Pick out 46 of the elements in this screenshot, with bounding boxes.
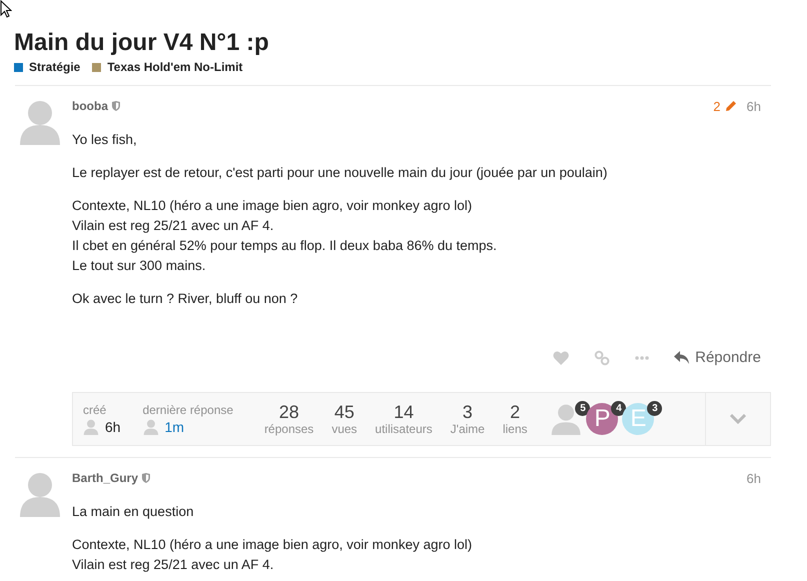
avatar-icon bbox=[83, 419, 99, 435]
post-paragraph: Ok avec le turn ? River, bluff ou non ? bbox=[72, 290, 299, 308]
category-link[interactable]: Stratégie bbox=[14, 60, 80, 74]
post-time: 6h bbox=[746, 98, 761, 114]
last-reply-label: dernière réponse bbox=[142, 403, 234, 417]
shield-icon bbox=[112, 101, 120, 111]
post-count-badge: 3 bbox=[647, 401, 662, 416]
avatar-icon[interactable] bbox=[20, 99, 60, 145]
post-paragraph: La main en question bbox=[72, 503, 195, 521]
username-link[interactable]: Barth_Gury bbox=[72, 471, 138, 485]
heart-icon[interactable] bbox=[553, 350, 570, 364]
stat-value: 45 bbox=[334, 402, 354, 422]
category-link[interactable]: Texas Hold'em No-Limit bbox=[92, 60, 243, 74]
created-label: créé bbox=[83, 403, 108, 417]
username-link[interactable]: booba bbox=[72, 99, 108, 113]
stat-value: 28 bbox=[278, 402, 300, 422]
post-paragraph: Contexte, NL10 (héro a une image bien agro, voir monkey agro lol) Vilain est reg 25/21 avec un AF 4. Il cbet en général 52% pour temps au flop. Il deux baba 86% du temps. Le tout sur 300 mains. bbox=[72, 197, 498, 275]
post-paragraph: Le replayer est de retour, c'est parti pour une nouvelle main du jour (jouée par un poulain) bbox=[72, 164, 608, 182]
stat-label: vues bbox=[332, 422, 358, 436]
post-count-badge: 5 bbox=[575, 401, 590, 416]
participant-avatar-icon[interactable] bbox=[550, 403, 582, 435]
shield-icon bbox=[142, 473, 150, 483]
more-icon[interactable] bbox=[635, 356, 650, 360]
stat-value: 3 bbox=[462, 402, 473, 422]
stat-value: 14 bbox=[394, 402, 414, 422]
post-paragraph: Yo les fish, bbox=[72, 131, 138, 149]
edit-count[interactable]: 2 bbox=[713, 98, 721, 114]
link-icon[interactable] bbox=[594, 350, 610, 366]
created-time: 6h bbox=[105, 419, 121, 435]
post-time: 6h bbox=[746, 470, 761, 486]
avatar-icon[interactable] bbox=[20, 471, 60, 517]
cursor-icon bbox=[0, 0, 12, 18]
avatar-icon bbox=[142, 419, 159, 435]
post-paragraph: Contexte, NL10 (héro a une image bien agro, voir monkey agro lol) Vilain est reg 25/21 avec un AF 4. bbox=[72, 536, 473, 574]
last-reply-link[interactable]: 1m bbox=[164, 419, 184, 435]
stat-value: 2 bbox=[510, 402, 520, 422]
pencil-icon[interactable] bbox=[724, 100, 737, 112]
stat-label: liens bbox=[502, 422, 528, 436]
reply-icon bbox=[674, 350, 690, 364]
topic-title: Main du jour V4 N°1 :p bbox=[14, 28, 270, 58]
stat-label: utilisateurs bbox=[375, 422, 432, 436]
chevron-down-icon bbox=[730, 414, 746, 424]
stat-label: réponses bbox=[264, 422, 314, 436]
stat-label: J'aime bbox=[450, 422, 485, 436]
post-count-badge: 4 bbox=[611, 401, 626, 416]
reply-button[interactable]: Répondre bbox=[674, 343, 761, 372]
